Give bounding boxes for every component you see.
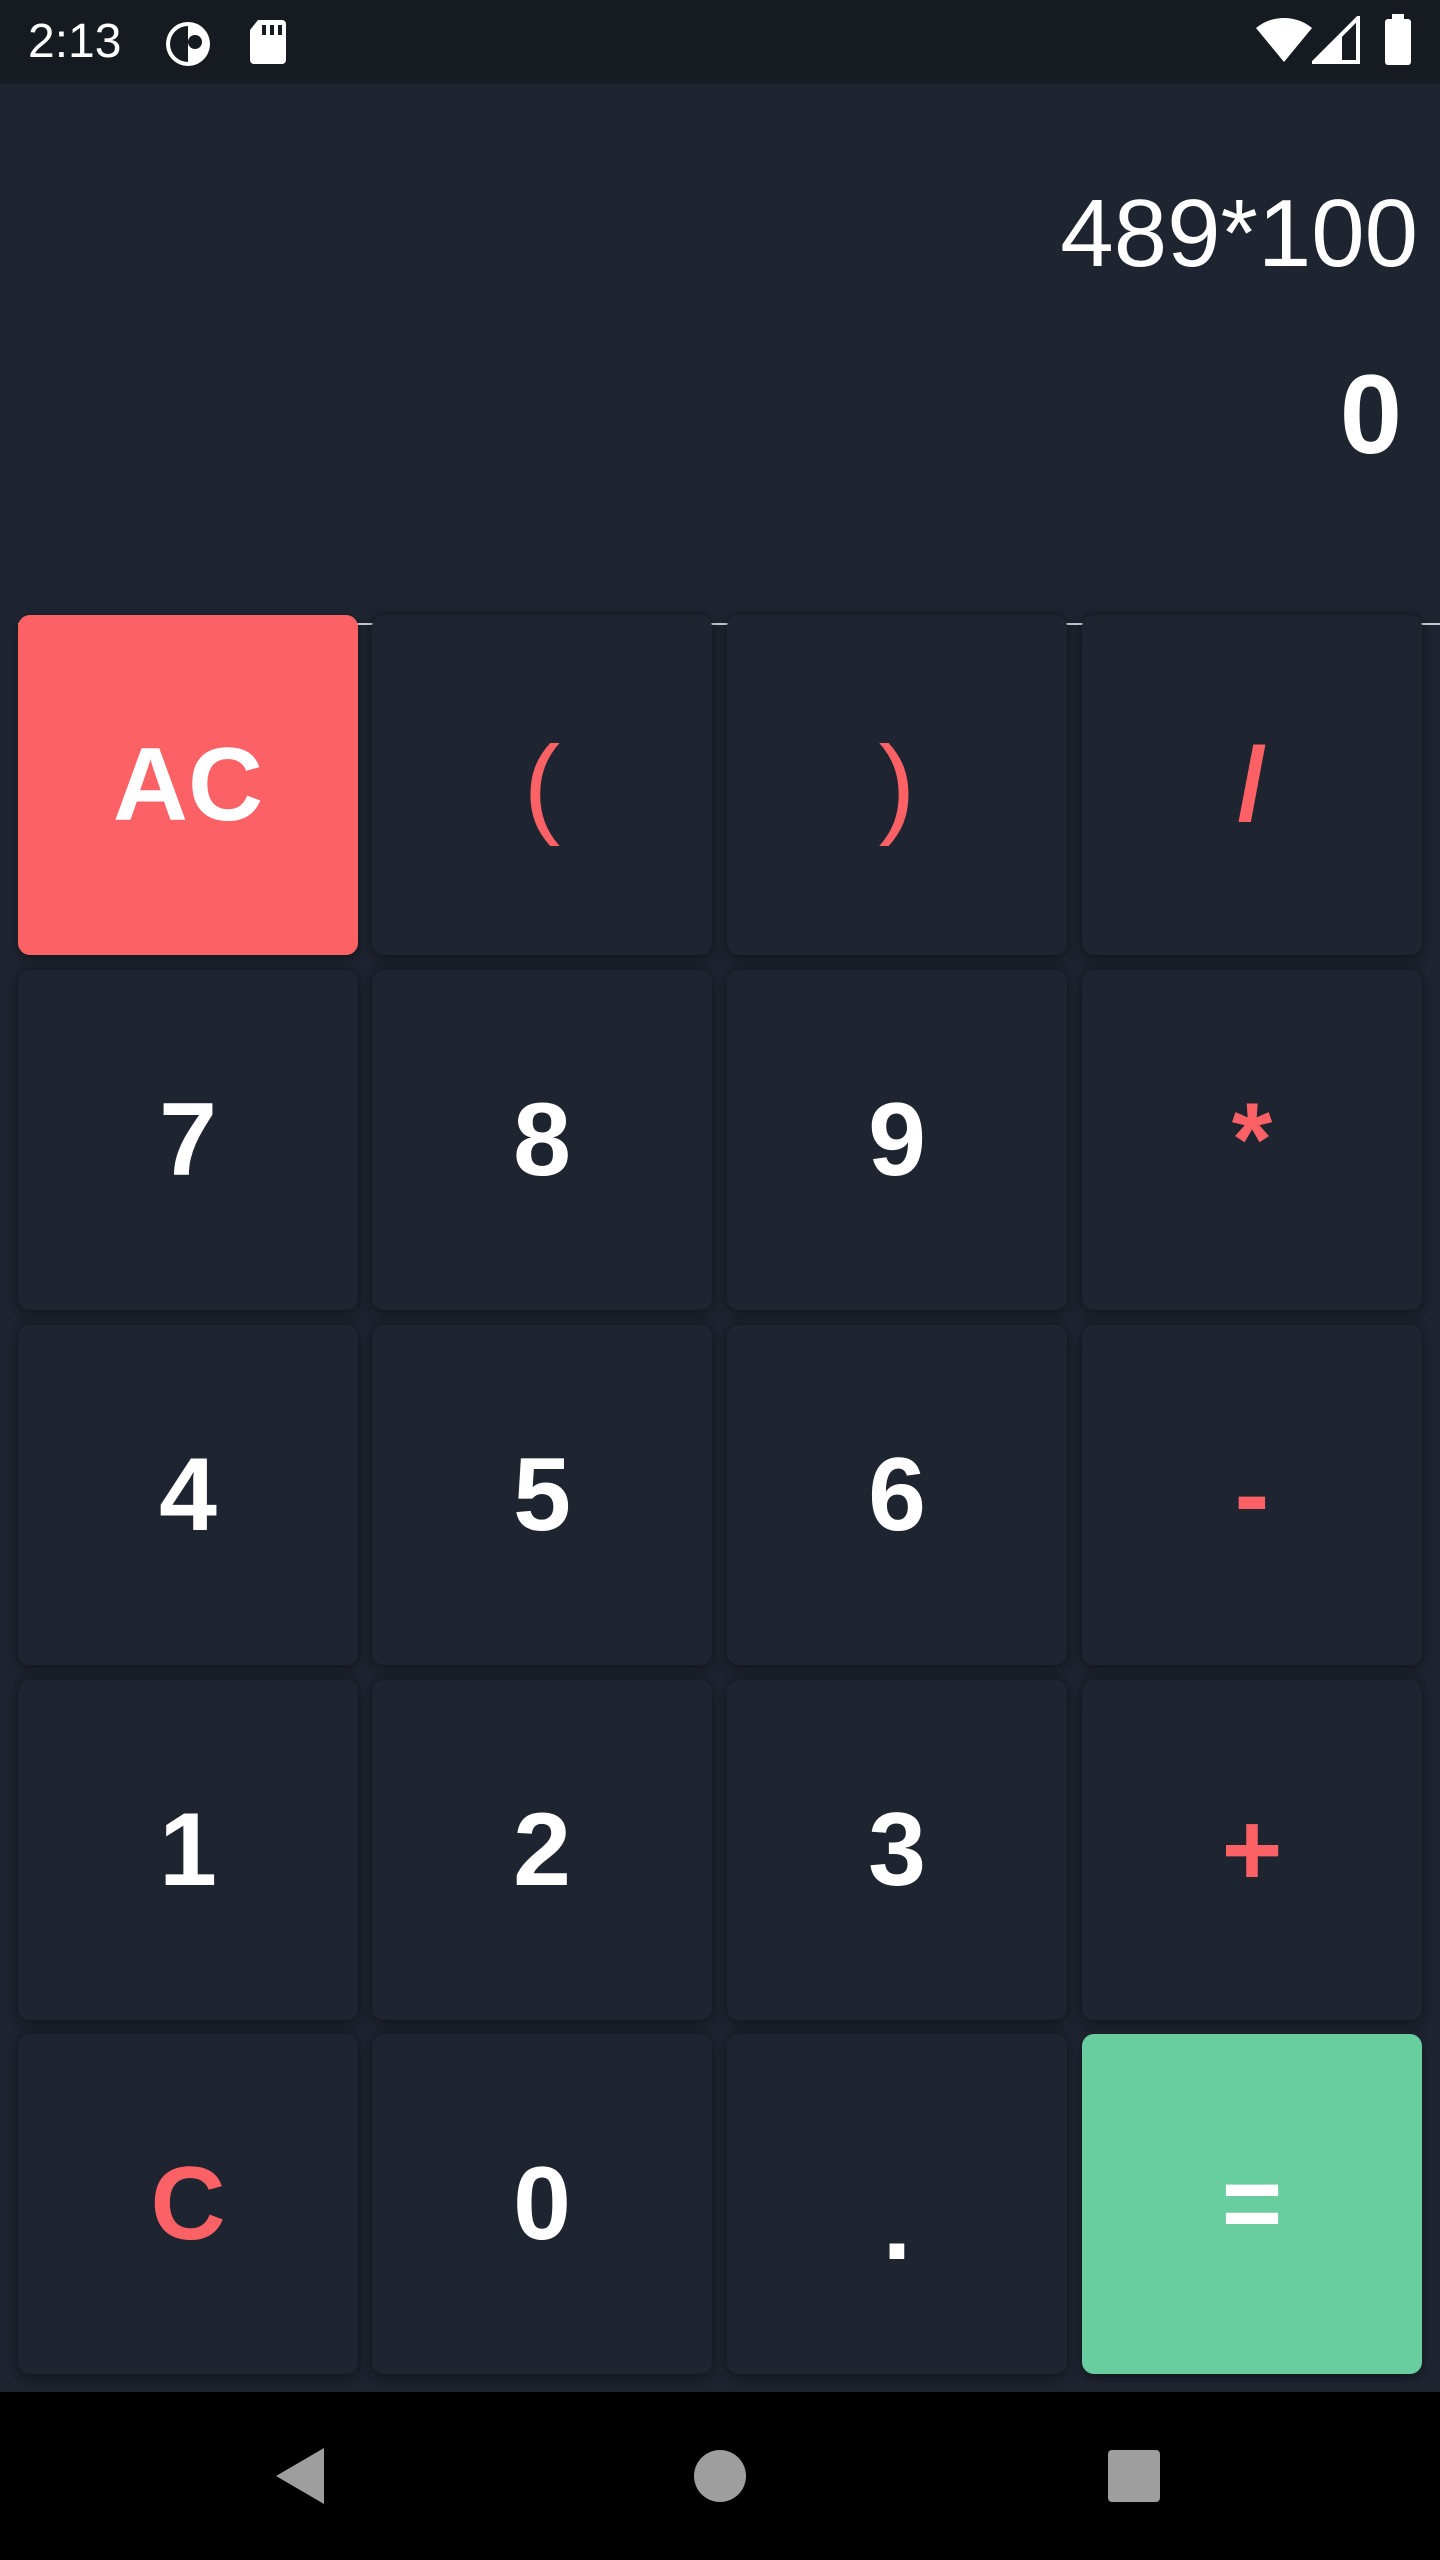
- open-paren-button[interactable]: (: [372, 615, 712, 955]
- digit-8-button[interactable]: 8: [372, 970, 712, 1310]
- digit-1-button[interactable]: 1: [18, 1680, 358, 2020]
- multiply-button[interactable]: *: [1082, 970, 1422, 1310]
- navigation-bar: [0, 2392, 1440, 2560]
- decimal-button[interactable]: .: [727, 2034, 1067, 2374]
- equals-button[interactable]: =: [1082, 2034, 1422, 2374]
- add-button[interactable]: +: [1082, 1680, 1422, 2020]
- battery-icon: [1385, 14, 1411, 65]
- digit-4-button[interactable]: 4: [18, 1325, 358, 1665]
- digit-9-button[interactable]: 9: [727, 970, 1067, 1310]
- digit-3-button[interactable]: 3: [727, 1680, 1067, 2020]
- digit-7-button[interactable]: 7: [18, 970, 358, 1310]
- digit-5-button[interactable]: 5: [372, 1325, 712, 1665]
- result-text: 0: [1339, 352, 1402, 477]
- back-icon: [276, 2448, 324, 2504]
- close-paren-button[interactable]: ): [727, 615, 1067, 955]
- home-button[interactable]: [680, 2436, 760, 2516]
- status-bar: 2:13: [0, 0, 1440, 84]
- digit-0-button[interactable]: 0: [372, 2034, 712, 2374]
- calculator-screen: 2:13 489*100 0 AC ( ) / 7 8 9 * 4 5 6 - …: [0, 0, 1440, 2560]
- cell-signal-icon: [1312, 16, 1360, 64]
- data-saver-icon: [166, 22, 210, 66]
- subtract-button[interactable]: -: [1082, 1325, 1422, 1665]
- all-clear-button[interactable]: AC: [18, 615, 358, 955]
- back-button[interactable]: [260, 2436, 340, 2516]
- status-time: 2:13: [28, 15, 122, 68]
- digit-2-button[interactable]: 2: [372, 1680, 712, 2020]
- wifi-icon: [1256, 17, 1312, 63]
- home-icon: [694, 2450, 746, 2502]
- expression-text: 489*100: [1060, 180, 1418, 287]
- calculator-display: [0, 84, 1440, 624]
- sd-card-icon: [250, 20, 286, 64]
- recents-icon: [1108, 2450, 1160, 2502]
- divide-button[interactable]: /: [1082, 615, 1422, 955]
- recents-button[interactable]: [1094, 2436, 1174, 2516]
- digit-6-button[interactable]: 6: [727, 1325, 1067, 1665]
- clear-button[interactable]: C: [18, 2034, 358, 2374]
